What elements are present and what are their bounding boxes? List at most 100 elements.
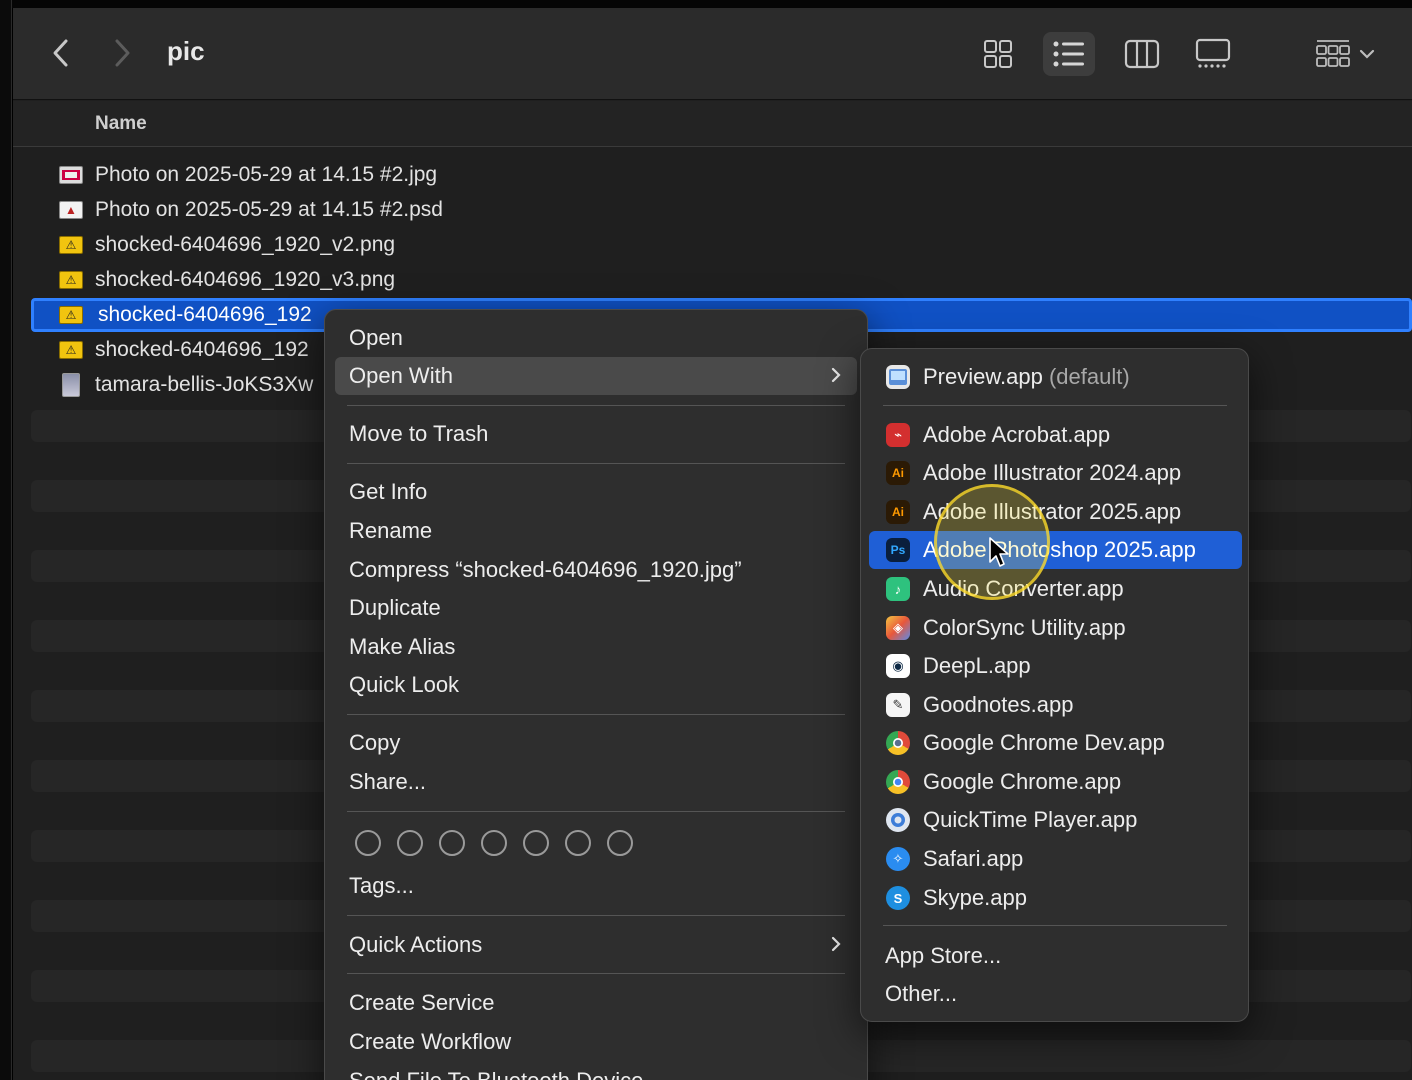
menu-item-share[interactable]: Share...	[335, 763, 857, 801]
submenu-item-acrobat[interactable]: ⌁ Adobe Acrobat.app	[869, 416, 1242, 454]
file-name: Photo on 2025-05-29 at 14.15 #2.jpg	[95, 163, 438, 186]
menu-separator	[347, 463, 845, 464]
illustrator-icon: Ai	[886, 500, 910, 524]
acrobat-icon: ⌁	[886, 423, 910, 447]
app-label: Google Chrome.app	[923, 769, 1122, 794]
name-column-header[interactable]: Name	[95, 113, 147, 135]
finder-toolbar: pic	[13, 8, 1412, 100]
submenu-item-colorsync[interactable]: ◈ ColorSync Utility.app	[869, 609, 1242, 647]
file-row[interactable]: ▲ Photo on 2025-05-29 at 14.15 #2.psd	[31, 193, 1412, 227]
png-file-icon: ⚠	[59, 236, 83, 254]
open-with-submenu: Preview.app (default) ⌁ Adobe Acrobat.ap…	[860, 348, 1249, 1022]
menu-item-label: Quick Look	[349, 672, 460, 697]
chrome-dev-icon	[886, 731, 910, 755]
chevron-right-icon	[831, 936, 841, 952]
submenu-item-preview[interactable]: Preview.app (default)	[869, 358, 1242, 396]
menu-item-get-info[interactable]: Get Info	[335, 473, 857, 511]
app-label: Adobe Acrobat.app	[923, 422, 1111, 447]
submenu-item-safari[interactable]: ✧ Safari.app	[869, 840, 1242, 878]
menu-item-rename[interactable]: Rename	[335, 512, 857, 550]
menu-item-copy[interactable]: Copy	[335, 724, 857, 762]
grid-icon	[984, 40, 1012, 68]
menu-separator	[347, 973, 845, 974]
deepl-icon: ◉	[886, 654, 910, 678]
default-suffix: (default)	[1048, 364, 1130, 389]
submenu-item-audio-converter[interactable]: ♪ Audio Converter.app	[869, 570, 1242, 608]
context-menu: Open Open With Move to Trash Get Info Re…	[324, 309, 868, 1080]
tag-circle[interactable]	[481, 830, 507, 856]
submenu-item-photoshop-2025[interactable]: Ps Adobe Photoshop 2025.app	[869, 531, 1242, 569]
menu-item-label: Tags...	[349, 873, 414, 898]
photoshop-icon: Ps	[886, 538, 910, 562]
menu-item-label: Duplicate	[349, 595, 441, 620]
file-name: shocked-6404696_1920_v3.png	[95, 268, 396, 291]
safari-icon: ✧	[886, 847, 910, 871]
menu-item-label: Create Service	[349, 990, 495, 1015]
chevron-right-icon	[115, 39, 130, 67]
menu-item-label: Make Alias	[349, 634, 456, 659]
menu-item-send-bluetooth[interactable]: Send File To Bluetooth Device	[335, 1062, 857, 1080]
tag-circle[interactable]	[565, 830, 591, 856]
list-icon	[1053, 41, 1084, 67]
default-app-label: Preview.app	[923, 364, 1043, 389]
menu-separator	[347, 714, 845, 715]
icon-view-button[interactable]	[972, 32, 1024, 76]
menu-item-create-service[interactable]: Create Service	[335, 984, 857, 1022]
menu-separator	[347, 405, 845, 406]
submenu-item-deepl[interactable]: ◉ DeepL.app	[869, 647, 1242, 685]
submenu-item-app-store[interactable]: App Store...	[869, 937, 1242, 975]
menu-item-quick-look[interactable]: Quick Look	[335, 666, 857, 704]
menu-item-label: Compress “shocked-6404696_1920.jpg”	[349, 557, 742, 582]
column-view-button[interactable]	[1116, 32, 1168, 76]
submenu-item-chrome-dev[interactable]: Google Chrome Dev.app	[869, 724, 1242, 762]
menu-item-quick-actions[interactable]: Quick Actions	[335, 926, 857, 964]
submenu-item-quicktime[interactable]: QuickTime Player.app	[869, 801, 1242, 839]
tag-circle[interactable]	[607, 830, 633, 856]
menu-item-label: Rename	[349, 518, 433, 543]
menu-item-make-alias[interactable]: Make Alias	[335, 628, 857, 666]
submenu-item-skype[interactable]: S Skype.app	[869, 879, 1242, 917]
menu-item-create-workflow[interactable]: Create Workflow	[335, 1023, 857, 1061]
file-row[interactable]: ⚠ shocked-6404696_1920_v3.png	[31, 263, 1412, 297]
submenu-item-other[interactable]: Other...	[869, 975, 1242, 1013]
forward-button[interactable]	[108, 36, 138, 70]
menu-item-open[interactable]: Open	[335, 319, 857, 357]
app-label: Adobe Illustrator 2024.app	[923, 460, 1182, 485]
psd-file-icon: ▲	[59, 201, 83, 219]
tag-circle[interactable]	[523, 830, 549, 856]
tag-circle[interactable]	[355, 830, 381, 856]
menu-separator	[883, 925, 1227, 926]
menu-item-open-with[interactable]: Open With	[335, 357, 857, 395]
submenu-item-goodnotes[interactable]: ✎ Goodnotes.app	[869, 686, 1242, 724]
gallery-view-button[interactable]	[1187, 32, 1239, 76]
menu-item-duplicate[interactable]: Duplicate	[335, 589, 857, 627]
menu-item-move-to-trash[interactable]: Move to Trash	[335, 415, 857, 453]
columns-icon	[1124, 39, 1160, 69]
menu-item-label: Copy	[349, 730, 401, 755]
skype-icon: S	[886, 886, 910, 910]
submenu-item-illustrator-2024[interactable]: Ai Adobe Illustrator 2024.app	[869, 454, 1242, 492]
menu-separator	[347, 811, 845, 812]
menu-separator	[347, 915, 845, 916]
chevron-down-icon	[1359, 49, 1375, 59]
group-by-button[interactable]	[1309, 32, 1381, 76]
screen-left-edge	[0, 0, 12, 1080]
file-row[interactable]: Photo on 2025-05-29 at 14.15 #2.jpg	[31, 158, 1412, 192]
png-file-icon: ⚠	[59, 271, 83, 289]
menu-item-compress[interactable]: Compress “shocked-6404696_1920.jpg”	[335, 551, 857, 589]
goodnotes-icon: ✎	[886, 693, 910, 717]
window-title: pic	[167, 36, 205, 66]
submenu-item-chrome[interactable]: Google Chrome.app	[869, 763, 1242, 801]
file-name: shocked-6404696_1920_v2.png	[95, 233, 396, 256]
list-view-button[interactable]	[1043, 32, 1095, 76]
file-row[interactable]: ⚠ shocked-6404696_1920_v2.png	[31, 228, 1412, 262]
menu-item-tags[interactable]: Tags...	[335, 867, 857, 905]
app-label: QuickTime Player.app	[923, 807, 1138, 832]
back-button[interactable]	[45, 36, 75, 70]
tag-circle[interactable]	[397, 830, 423, 856]
app-label: Skype.app	[923, 885, 1027, 910]
group-grid-icon	[1316, 40, 1350, 67]
submenu-item-illustrator-2025[interactable]: Ai Adobe Illustrator 2025.app	[869, 493, 1242, 531]
app-label: Goodnotes.app	[923, 692, 1074, 717]
tag-circle[interactable]	[439, 830, 465, 856]
